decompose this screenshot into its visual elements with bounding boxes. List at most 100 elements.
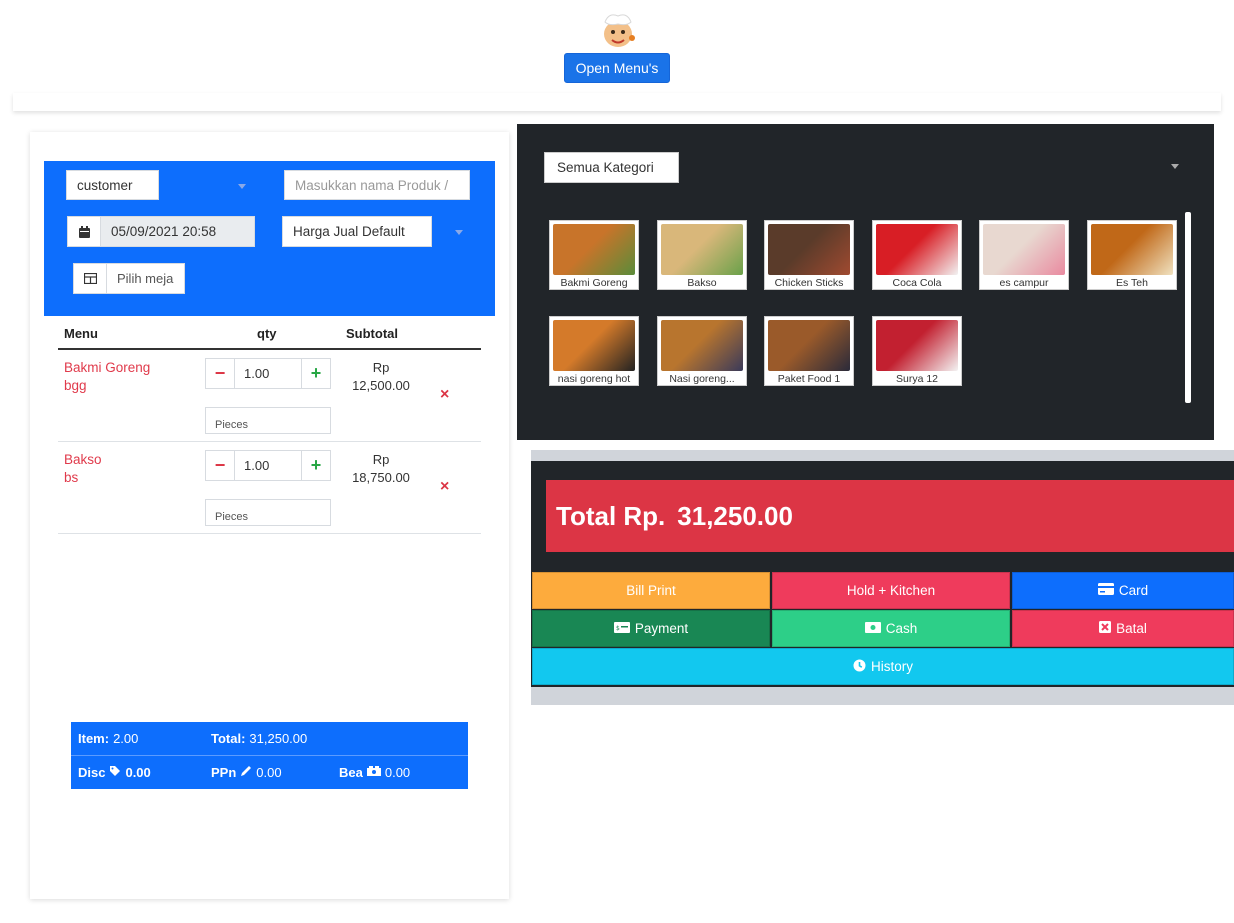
product-tile[interactable]: Bakso — [657, 220, 747, 290]
cash-icon — [864, 621, 881, 636]
product-name: Chicken Sticks — [774, 277, 844, 289]
card-button[interactable]: Card — [1012, 572, 1234, 609]
product-tile[interactable]: Es Teh — [1087, 220, 1177, 290]
remove-item-icon[interactable]: × — [440, 478, 449, 496]
payment-label: Payment — [634, 621, 689, 636]
product-name: Nasi goreng... — [669, 373, 735, 385]
history-label: History — [870, 659, 913, 674]
category-select[interactable]: Semua Kategori — [544, 152, 679, 183]
bill-print-label: Bill Print — [626, 583, 676, 598]
summary-bea[interactable]: Bea 0.00 — [339, 765, 410, 780]
summary-total: Total: 31,250.00 — [211, 731, 307, 746]
product-image — [983, 224, 1065, 275]
product-name: nasi goreng hot — [557, 373, 631, 385]
price-type-value: Harga Jual Default — [293, 224, 405, 239]
table-header-divider — [58, 348, 481, 350]
summary-item-label: Item: — [78, 731, 110, 746]
order-item-title: Bakso — [64, 452, 102, 467]
subtotal-currency: Rp — [372, 452, 390, 467]
calendar-icon — [68, 217, 101, 246]
grand-total-display: Total Rp. 31,250.00 — [546, 480, 1234, 552]
product-tile[interactable]: Bakmi Goreng — [549, 220, 639, 290]
product-image — [553, 224, 635, 275]
cancel-x-icon — [1099, 621, 1112, 636]
unit-input[interactable]: Pieces — [205, 499, 331, 526]
product-image — [553, 320, 635, 371]
summary-item-count: Item: 2.00 — [78, 731, 138, 746]
summary-item-value: 2.00 — [113, 731, 139, 746]
summary-ppn-value: 0.00 — [256, 765, 282, 780]
summary-disc-value: 0.00 — [125, 765, 151, 780]
col-header-subtotal: Subtotal — [346, 326, 398, 341]
order-item-note: bs — [64, 470, 79, 485]
product-tile[interactable]: Chicken Sticks — [764, 220, 854, 290]
history-button[interactable]: History — [532, 648, 1234, 685]
qty-input[interactable]: 1.00 — [235, 451, 301, 480]
qty-input[interactable]: 1.00 — [235, 359, 301, 388]
summary-bea-label: Bea — [339, 765, 363, 780]
product-tile[interactable]: Paket Food 1 — [764, 316, 854, 386]
price-type-select[interactable]: Harga Jual Default — [282, 216, 432, 247]
product-name: Paket Food 1 — [777, 373, 841, 385]
product-tile[interactable]: nasi goreng hot — [549, 316, 639, 386]
datetime-field[interactable]: 05/09/2021 20:58 — [67, 216, 255, 247]
product-tile[interactable]: es campur — [979, 220, 1069, 290]
subtotal-currency: Rp — [372, 360, 390, 375]
table-grid-icon — [74, 264, 107, 293]
qty-plus-button[interactable]: + — [301, 359, 330, 388]
order-item-subtotal: Rp 18,750.00 — [346, 451, 416, 487]
table-select[interactable]: Pilih meja — [73, 263, 185, 294]
table-select-placeholder: Pilih meja — [117, 271, 174, 286]
batal-button[interactable]: Batal — [1012, 610, 1234, 647]
hold-kitchen-button[interactable]: Hold + Kitchen — [772, 572, 1010, 609]
grand-total-label: Total Rp. — [556, 500, 666, 531]
order-item-name: Bakmi Goreng bgg — [64, 359, 150, 395]
pencil-icon — [240, 765, 252, 780]
customer-caret-icon[interactable] — [238, 184, 246, 189]
product-name: Surya 12 — [895, 373, 939, 385]
product-tile[interactable]: Nasi goreng... — [657, 316, 747, 386]
order-item-subtotal: Rp 12,500.00 — [346, 359, 416, 395]
payment-button[interactable]: $ Payment — [532, 610, 770, 647]
chef-logo-icon — [597, 10, 639, 50]
customer-select[interactable]: customer — [66, 170, 159, 200]
summary-divider — [71, 755, 468, 756]
cash-button[interactable]: Cash — [772, 610, 1010, 647]
money-check-icon: $ — [613, 621, 630, 636]
product-search-input[interactable]: Masukkan nama Produk / — [284, 170, 470, 200]
product-tile[interactable]: Surya 12 — [872, 316, 962, 386]
remove-item-icon[interactable]: × — [440, 386, 449, 404]
card-label: Card — [1118, 583, 1149, 598]
credit-card-icon — [1097, 583, 1114, 598]
qty-minus-button[interactable]: − — [206, 359, 235, 388]
price-type-caret-icon[interactable] — [455, 230, 463, 235]
batal-label: Batal — [1116, 621, 1147, 636]
unit-input[interactable]: Pieces — [205, 407, 331, 434]
row-divider — [58, 441, 481, 442]
product-search-placeholder: Masukkan nama Produk / — [295, 177, 449, 193]
product-tile[interactable]: Coca Cola — [872, 220, 962, 290]
datetime-value: 05/09/2021 20:58 — [101, 217, 254, 246]
category-select-value: Semua Kategori — [557, 160, 654, 175]
qty-minus-button[interactable]: − — [206, 451, 235, 480]
product-image — [876, 320, 958, 371]
subtotal-value: 12,500.00 — [352, 378, 410, 393]
product-name: Bakso — [687, 277, 717, 289]
summary-discount[interactable]: Disc 0.00 — [78, 765, 151, 780]
product-scrollbar[interactable] — [1185, 212, 1191, 403]
bill-print-button[interactable]: Bill Print — [532, 572, 770, 609]
product-image — [876, 224, 958, 275]
col-header-menu: Menu — [64, 326, 98, 341]
product-name: Coca Cola — [892, 277, 942, 289]
open-menu-button[interactable]: Open Menu's — [564, 53, 670, 83]
qty-plus-button[interactable]: + — [301, 451, 330, 480]
summary-total-label: Total: — [211, 731, 246, 746]
summary-ppn[interactable]: PPn 0.00 — [211, 765, 282, 780]
quantity-stepper: − 1.00 + — [205, 358, 331, 389]
quantity-stepper: − 1.00 + — [205, 450, 331, 481]
product-image — [661, 224, 743, 275]
category-caret-icon[interactable] — [1171, 164, 1179, 169]
cash-label: Cash — [885, 621, 918, 636]
tag-icon — [109, 765, 121, 780]
hold-kitchen-label: Hold + Kitchen — [846, 583, 936, 598]
